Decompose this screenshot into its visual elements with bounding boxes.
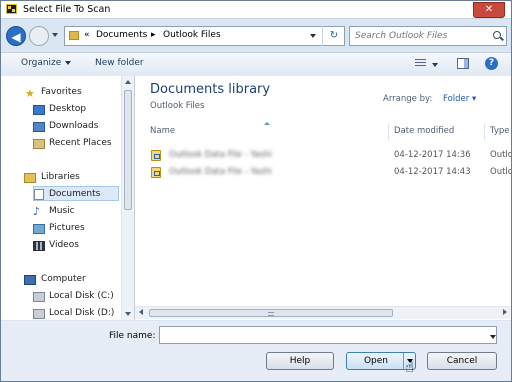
sidebar-item-pictures[interactable]: Pictures xyxy=(49,223,85,233)
outlook-data-file-icon xyxy=(151,167,161,178)
file-list-pane: Documents library Outlook Files Arrange … xyxy=(135,76,511,320)
library-title: Documents library xyxy=(150,82,271,97)
organize-button[interactable]: Organize xyxy=(21,58,72,68)
column-divider[interactable] xyxy=(484,124,485,140)
sort-ascending-icon xyxy=(264,122,270,125)
file-name-field[interactable] xyxy=(159,326,497,344)
sidebar-item-recent-places[interactable]: Recent Places xyxy=(49,138,112,148)
title-bar: Select File To Scan ✕ xyxy=(1,1,511,19)
file-row[interactable]: Outlook Data File - Yashi 04-12-2017 14:… xyxy=(149,148,511,163)
outlook-data-file-icon xyxy=(151,150,161,161)
file-name: Outlook Data File - Yashi xyxy=(169,167,272,177)
sidebar-item-desktop[interactable]: Desktop xyxy=(49,104,86,114)
horizontal-scroll-thumb[interactable] xyxy=(149,309,393,317)
scroll-up-icon[interactable] xyxy=(125,80,131,84)
breadcrumb-documents[interactable]: Documents xyxy=(96,30,147,40)
file-list-horizontal-scrollbar[interactable] xyxy=(135,306,511,319)
open-button-label: Open xyxy=(363,356,389,366)
sidebar-item-downloads[interactable]: Downloads xyxy=(49,121,98,131)
downloads-icon xyxy=(33,122,45,132)
file-type: Outlo xyxy=(490,167,511,177)
search-input[interactable] xyxy=(355,31,483,41)
file-type: Outlo xyxy=(490,150,511,160)
file-name: Outlook Data File - Yashi xyxy=(169,150,272,160)
command-bar: Organize New folder ? xyxy=(1,52,511,77)
search-box[interactable] xyxy=(349,26,507,46)
scroll-thumb[interactable] xyxy=(124,90,132,210)
column-header-name[interactable]: Name xyxy=(150,126,175,136)
sidebar-item-music[interactable]: Music xyxy=(49,206,75,216)
star-icon: ★ xyxy=(25,87,35,100)
videos-icon xyxy=(33,241,45,251)
desktop-icon xyxy=(33,105,45,115)
library-subtitle: Outlook Files xyxy=(150,101,205,111)
folder-icon xyxy=(69,31,79,40)
music-icon: ♪ xyxy=(33,205,41,218)
file-date: 04-12-2017 14:43 xyxy=(394,167,471,177)
scroll-left-icon[interactable] xyxy=(139,309,143,315)
navigation-pane: ★ Favorites Desktop Downloads Recent Pla… xyxy=(1,76,135,320)
sidebar-item-videos[interactable]: Videos xyxy=(49,240,79,250)
file-dialog: Select File To Scan ✕ ◀ « Documents ▸ Ou… xyxy=(0,0,512,382)
disk-icon xyxy=(33,292,45,302)
file-name-dropdown-icon[interactable] xyxy=(490,335,496,339)
help-button[interactable]: Help xyxy=(266,352,334,370)
sidebar-group-computer[interactable]: Computer xyxy=(41,274,86,284)
app-icon xyxy=(6,4,17,14)
window-title: Select File To Scan xyxy=(23,4,111,15)
navigation-scrollbar[interactable] xyxy=(121,76,134,320)
sidebar-group-favorites[interactable]: Favorites xyxy=(41,87,82,97)
address-row: ◀ « Documents ▸ Outlook Files ↻ xyxy=(1,23,511,49)
dialog-footer: File name: Help Open Cancel xyxy=(1,321,511,381)
address-bar[interactable]: « Documents ▸ Outlook Files xyxy=(64,26,345,46)
breadcrumb-separator[interactable]: ▸ xyxy=(151,30,156,40)
close-button[interactable]: ✕ xyxy=(473,2,505,18)
sidebar-group-libraries[interactable]: Libraries xyxy=(41,172,80,182)
arrange-by-dropdown[interactable]: Folder ▾ xyxy=(443,94,476,104)
pictures-icon xyxy=(33,224,45,234)
recent-pages-dropdown-icon[interactable] xyxy=(52,33,58,37)
address-dropdown-icon[interactable] xyxy=(310,34,316,38)
organize-label: Organize xyxy=(21,58,62,68)
file-date: 04-12-2017 14:36 xyxy=(394,150,471,160)
view-options-dropdown-icon[interactable] xyxy=(432,63,438,67)
breadcrumb-outlook-files[interactable]: Outlook Files xyxy=(163,30,221,40)
preview-pane-icon[interactable] xyxy=(457,58,469,69)
new-folder-button[interactable]: New folder xyxy=(95,58,144,68)
back-button[interactable]: ◀ xyxy=(6,26,26,46)
file-row[interactable]: Outlook Data File - Yashi 04-12-2017 14:… xyxy=(149,165,511,180)
arrange-by-label: Arrange by: xyxy=(383,94,433,104)
libraries-icon xyxy=(24,173,36,183)
scroll-grip-icon xyxy=(268,312,274,316)
hand-cursor-icon: ☝ xyxy=(405,358,415,376)
sidebar-item-local-disk-d[interactable]: Local Disk (D:) xyxy=(49,308,114,318)
sidebar-item-local-disk-c[interactable]: Local Disk (C:) xyxy=(49,291,114,301)
disk-icon xyxy=(33,309,45,319)
file-name-label: File name: xyxy=(109,331,156,341)
forward-button[interactable] xyxy=(29,26,49,46)
search-icon[interactable] xyxy=(493,31,501,39)
sidebar-item-documents[interactable]: Documents xyxy=(49,189,100,199)
change-view-icon[interactable] xyxy=(415,59,426,68)
documents-icon xyxy=(34,189,44,200)
help-icon[interactable]: ? xyxy=(485,57,498,70)
column-header-type[interactable]: Type xyxy=(490,126,510,136)
computer-icon xyxy=(24,275,36,285)
breadcrumb-overflow[interactable]: « xyxy=(84,30,90,40)
column-divider[interactable] xyxy=(388,124,389,140)
recent-places-icon xyxy=(33,139,45,149)
refresh-icon[interactable]: ↻ xyxy=(322,26,345,46)
scroll-right-icon[interactable] xyxy=(503,309,507,315)
scroll-down-icon[interactable] xyxy=(125,312,131,316)
chevron-down-icon xyxy=(65,60,72,65)
column-header-date-modified[interactable]: Date modified xyxy=(394,126,454,136)
cancel-button[interactable]: Cancel xyxy=(427,352,497,370)
